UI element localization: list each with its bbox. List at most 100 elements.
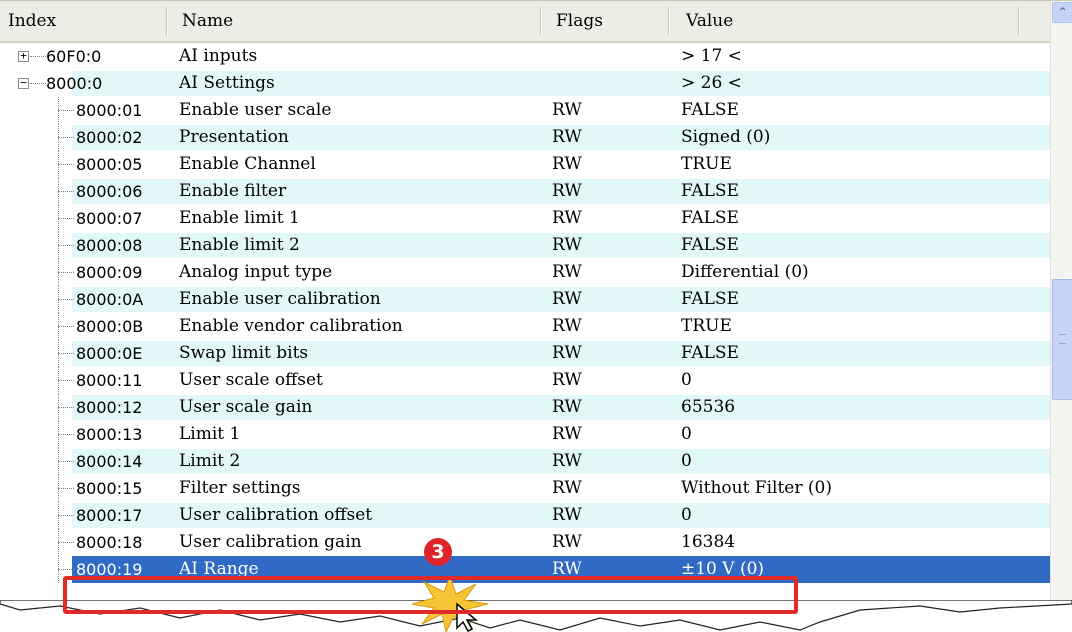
table-row[interactable]: 8000:17 User calibration offset RW 0: [0, 502, 1050, 529]
list-body: +60F0:0 AI inputs > 17 < − 8000:0 AI Settings…: [0, 43, 1050, 601]
minus-box-icon[interactable]: −: [18, 77, 29, 89]
tree-connector: [58, 515, 74, 516]
row-flags: RW: [552, 532, 582, 552]
step-badge: 3: [424, 538, 452, 566]
table-row[interactable]: 8000:02 Presentation RW Signed (0): [0, 124, 1050, 151]
tree-connector: [58, 353, 74, 354]
column-header-name[interactable]: Name: [182, 1, 233, 41]
table-row[interactable]: 8000:0E Swap limit bits RW FALSE: [0, 340, 1050, 367]
row-index: 8000:07: [76, 209, 143, 228]
row-value: 16384: [681, 532, 736, 552]
table-row[interactable]: 8000:11 User scale offset RW 0: [0, 367, 1050, 394]
row-name: User calibration gain: [179, 532, 362, 552]
plus-box-icon[interactable]: +: [18, 50, 29, 62]
row-index: 8000:08: [76, 236, 143, 255]
vertical-scrollbar[interactable]: ⌃: [1050, 1, 1072, 601]
table-row[interactable]: +60F0:0 AI inputs > 17 <: [0, 43, 1050, 70]
table-row[interactable]: 8000:15 Filter settings RW Without Filter (…: [0, 475, 1050, 502]
tree-connector: [58, 272, 74, 273]
tree-connector: [58, 110, 74, 111]
row-index: 8000:14: [76, 452, 143, 471]
table-row[interactable]: 8000:0B Enable vendor calibration RW TRUE: [0, 313, 1050, 340]
table-row[interactable]: 8000:0A Enable user calibration RW FALSE: [0, 286, 1050, 313]
row-flags: RW: [552, 127, 582, 147]
table-row[interactable]: 8000:12 User scale gain RW 65536: [0, 394, 1050, 421]
column-divider[interactable]: [1018, 7, 1020, 35]
row-flags: RW: [552, 478, 582, 498]
row-index: 8000:0A: [76, 290, 144, 309]
row-value: 0: [681, 505, 692, 525]
tree-connector: [58, 137, 74, 138]
row-flags: RW: [552, 424, 582, 444]
tree-connector: [58, 407, 74, 408]
row-index: 8000:15: [76, 479, 143, 498]
row-value: FALSE: [681, 208, 739, 228]
table-row[interactable]: 8000:14 Limit 2 RW 0: [0, 448, 1050, 475]
tree-connector: [30, 56, 46, 57]
row-name: User scale gain: [179, 397, 313, 417]
tree-connector: [58, 299, 74, 300]
row-index: 8000:0E: [76, 344, 143, 363]
table-row[interactable]: 8000:08 Enable limit 2 RW FALSE: [0, 232, 1050, 259]
row-value: Differential (0): [681, 262, 809, 282]
table-row[interactable]: 8000:13 Limit 1 RW 0: [0, 421, 1050, 448]
row-flags: RW: [552, 451, 582, 471]
tree-connector: [58, 461, 74, 462]
row-flags: RW: [552, 100, 582, 120]
row-index: 8000:17: [76, 506, 143, 525]
row-index: 8000:0B: [76, 317, 144, 336]
scrollbar-thumb[interactable]: [1052, 279, 1072, 400]
table-row[interactable]: 8000:18 User calibration gain RW 16384: [0, 529, 1050, 556]
row-index: 8000:18: [76, 533, 143, 552]
table-row[interactable]: 8000:05 Enable Channel RW TRUE: [0, 151, 1050, 178]
row-value: > 26 <: [681, 73, 742, 93]
row-name: Swap limit bits: [179, 343, 309, 363]
row-value: FALSE: [681, 343, 739, 363]
highlight-box: [63, 576, 798, 614]
row-index: 8000:11: [76, 371, 143, 390]
tree-connector: [58, 542, 74, 543]
row-flags: RW: [552, 343, 582, 363]
row-index: 8000:01: [76, 101, 143, 120]
row-value: > 17 <: [681, 46, 742, 66]
row-value: FALSE: [681, 289, 739, 309]
row-name: Enable filter: [179, 181, 287, 201]
row-flags: RW: [552, 289, 582, 309]
row-name: Presentation: [179, 127, 289, 147]
row-value: FALSE: [681, 181, 739, 201]
table-row[interactable]: − 8000:0 AI Settings > 26 <: [0, 70, 1050, 97]
chevron-up-icon[interactable]: ⌃: [1052, 2, 1072, 23]
tree-connector: [58, 191, 74, 192]
row-flags: RW: [552, 154, 582, 174]
row-name: Enable user scale: [179, 100, 332, 120]
column-divider[interactable]: [540, 7, 542, 35]
row-index: 8000:12: [76, 398, 143, 417]
row-name: Enable Channel: [179, 154, 316, 174]
row-flags: RW: [552, 262, 582, 282]
row-name: Enable limit 2: [179, 235, 300, 255]
row-name: Filter settings: [179, 478, 301, 498]
tree-connector: [30, 83, 46, 84]
row-name: Limit 1: [179, 424, 241, 444]
column-header-value[interactable]: Value: [686, 1, 733, 41]
table-row[interactable]: 8000:06 Enable filter RW FALSE: [0, 178, 1050, 205]
row-value: 0: [681, 424, 692, 444]
row-value: 0: [681, 370, 692, 390]
column-header-index[interactable]: Index: [8, 1, 56, 41]
table-row[interactable]: 8000:01 Enable user scale RW FALSE: [0, 97, 1050, 124]
column-divider[interactable]: [668, 7, 670, 35]
row-name: Enable limit 1: [179, 208, 300, 228]
column-divider[interactable]: [166, 7, 168, 35]
grip-icon: [1059, 334, 1066, 344]
row-flags: RW: [552, 397, 582, 417]
row-value: TRUE: [681, 316, 732, 336]
table-row[interactable]: 8000:07 Enable limit 1 RW FALSE: [0, 205, 1050, 232]
row-index: 8000:02: [76, 128, 143, 147]
row-value: FALSE: [681, 235, 739, 255]
row-index: 8000:06: [76, 182, 143, 201]
table-row[interactable]: 8000:09 Analog input type RW Differential (…: [0, 259, 1050, 286]
column-header-flags[interactable]: Flags: [556, 1, 603, 41]
row-name: Enable vendor calibration: [179, 316, 403, 336]
row-flags: RW: [552, 505, 582, 525]
tree-connector: [58, 569, 74, 570]
